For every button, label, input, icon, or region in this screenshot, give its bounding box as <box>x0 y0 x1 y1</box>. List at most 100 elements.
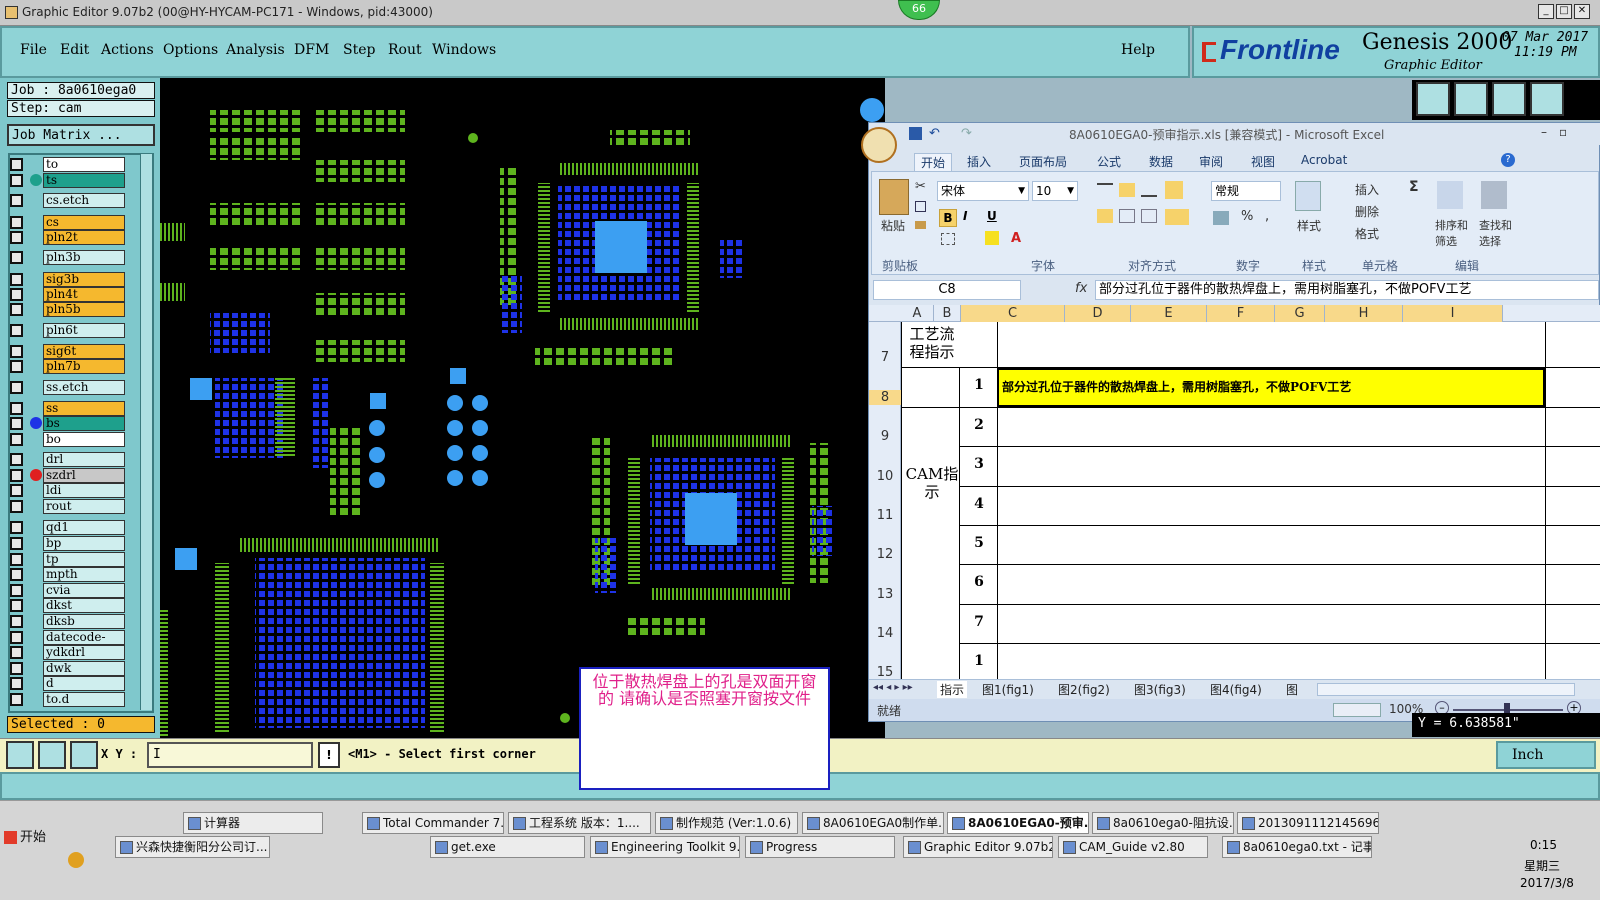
layer-name[interactable]: datecode-pbc <box>43 630 125 657</box>
layer-name[interactable]: bo <box>43 432 125 447</box>
step-number-cell[interactable]: 4 <box>961 496 997 512</box>
layer-name[interactable]: ts <box>43 173 125 188</box>
layer-name[interactable]: ldi <box>43 483 125 498</box>
layer-name[interactable]: to.d <box>43 692 125 707</box>
currency-button[interactable] <box>1213 211 1229 225</box>
minimize-button[interactable]: _ <box>1538 4 1554 19</box>
layer-name[interactable]: cs <box>43 215 125 230</box>
sort-filter-icon[interactable] <box>1437 181 1463 209</box>
delete-cells-button[interactable]: 删除 <box>1355 203 1379 220</box>
layer-checkbox[interactable] <box>10 251 23 264</box>
align-middle-button[interactable] <box>1119 183 1135 197</box>
layer-row-tp[interactable]: tp <box>10 552 126 567</box>
layer-row-szdrl[interactable]: szdrl <box>10 468 126 483</box>
menu-edit[interactable]: Edit <box>60 42 89 58</box>
menu-help[interactable]: Help <box>1121 42 1155 58</box>
sheet-tab-1[interactable]: 图1(fig1) <box>979 681 1037 698</box>
layer-name[interactable]: dksb <box>43 614 125 629</box>
column-header-E[interactable]: E <box>1131 305 1207 322</box>
layer-checkbox[interactable] <box>10 194 23 207</box>
layer-name[interactable]: cs.etch <box>43 193 125 208</box>
layer-row-d[interactable]: d <box>10 676 126 691</box>
layer-checkbox[interactable] <box>10 174 23 187</box>
layer-row-dksb[interactable]: dksb <box>10 614 126 629</box>
column-header-H[interactable]: H <box>1325 305 1403 322</box>
layer-checkbox[interactable] <box>10 693 23 706</box>
menu-rout[interactable]: Rout <box>388 42 422 58</box>
layer-name[interactable]: d <box>43 676 125 691</box>
menu-options[interactable]: Options <box>163 42 218 58</box>
ribbon-tab-4[interactable]: 数据 <box>1149 153 1173 170</box>
layer-checkbox[interactable] <box>10 402 23 415</box>
excel-minimize-button[interactable]: – <box>1541 125 1547 139</box>
job-matrix-button[interactable]: Job Matrix ... <box>7 124 155 146</box>
layer-row-ss[interactable]: ss <box>10 401 126 416</box>
column-header-C[interactable]: C <box>961 305 1065 322</box>
row-header-11[interactable]: 11 <box>869 508 901 523</box>
layer-row-ss.etch[interactable]: ss.etch <box>10 380 126 395</box>
layout-button[interactable] <box>1492 82 1526 116</box>
layer-checkbox[interactable] <box>10 216 23 229</box>
sheet-tab-5[interactable]: 图 <box>1283 681 1301 698</box>
layer-name[interactable]: to <box>43 157 125 172</box>
zoom-area-tool-icon[interactable] <box>6 741 34 769</box>
layer-checkbox[interactable] <box>10 360 23 373</box>
step-number-cell[interactable]: 7 <box>961 614 997 630</box>
task-button[interactable]: 8a0610ega0.txt - 记事本 <box>1222 836 1372 858</box>
save-button[interactable] <box>1454 82 1488 116</box>
align-bottom-button[interactable] <box>1141 183 1157 197</box>
task-button[interactable]: 20130911121456961.... <box>1237 812 1379 834</box>
layer-row-pln3b[interactable]: pln3b <box>10 250 126 265</box>
layer-checkbox[interactable] <box>10 662 23 675</box>
percent-button[interactable]: % <box>1241 209 1253 224</box>
ribbon-tab-0[interactable]: 开始 <box>914 153 953 172</box>
layer-checkbox[interactable] <box>10 584 23 597</box>
xy-input[interactable]: I <box>147 742 313 768</box>
align-top-button[interactable] <box>1097 183 1113 197</box>
home-button[interactable] <box>1416 82 1450 116</box>
layer-row-cvia[interactable]: cvia <box>10 583 126 598</box>
row-header-15[interactable]: 15 <box>869 665 901 679</box>
name-box[interactable]: C8 <box>873 280 1021 300</box>
layer-name[interactable]: ss <box>43 401 125 416</box>
ribbon-tab-5[interactable]: 审阅 <box>1199 153 1223 170</box>
format-painter-icon[interactable] <box>915 221 926 229</box>
ribbon-tab-3[interactable]: 公式 <box>1097 153 1121 170</box>
layer-scrollbar[interactable] <box>140 154 152 710</box>
layer-checkbox[interactable] <box>10 324 23 337</box>
menu-analysis[interactable]: Analysis <box>226 42 285 58</box>
menu-file[interactable]: File <box>20 42 47 58</box>
step-number-cell[interactable]: 3 <box>961 456 997 472</box>
merge-button[interactable] <box>1165 209 1189 225</box>
layer-checkbox[interactable] <box>10 521 23 534</box>
border-button[interactable] <box>941 233 955 245</box>
instruction-cell-c8[interactable]: 部分过孔位于器件的散热焊盘上，需用树脂塞孔，不做POFV工艺 <box>997 368 1545 407</box>
layer-name[interactable]: pln7b <box>43 359 125 374</box>
menu-windows[interactable]: Windows <box>432 42 496 58</box>
horizontal-scrollbar[interactable] <box>1317 683 1575 696</box>
layer-checkbox[interactable] <box>10 453 23 466</box>
layer-name[interactable]: dwk <box>43 661 125 676</box>
ribbon-tab-7[interactable]: Acrobat <box>1301 153 1347 167</box>
column-header-F[interactable]: F <box>1207 305 1275 322</box>
layer-name[interactable]: sig3b <box>43 272 125 287</box>
italic-button[interactable]: I <box>963 209 967 223</box>
row-header-9[interactable]: 9 <box>869 429 901 444</box>
layer-row-cs.etch[interactable]: cs.etch <box>10 193 126 208</box>
styles-button[interactable] <box>1295 181 1321 211</box>
layer-row-ydkdrl[interactable]: ydkdrl <box>10 645 126 660</box>
task-button[interactable]: 计算器 <box>183 812 323 834</box>
view-buttons[interactable] <box>1333 703 1381 717</box>
layer-checkbox[interactable] <box>10 615 23 628</box>
layer-name[interactable]: tp <box>43 552 125 567</box>
worksheet-grid[interactable]: 工艺流程指示 CAM指示 A B C D E F G H I 7 8 1 部分过孔位于器件的散热焊盘上，… <box>869 305 1600 679</box>
layer-name[interactable]: rout <box>43 499 125 514</box>
layer-checkbox[interactable] <box>10 417 23 430</box>
step-number-cell[interactable]: 6 <box>961 574 997 590</box>
layer-row-rout[interactable]: rout <box>10 499 126 514</box>
layer-checkbox[interactable] <box>10 568 23 581</box>
menu-step[interactable]: Step <box>343 42 375 58</box>
insert-cells-button[interactable]: 插入 <box>1355 181 1379 198</box>
row-header-7[interactable]: 7 <box>869 350 901 365</box>
font-name-select[interactable]: 宋体 ▼ <box>937 181 1029 201</box>
